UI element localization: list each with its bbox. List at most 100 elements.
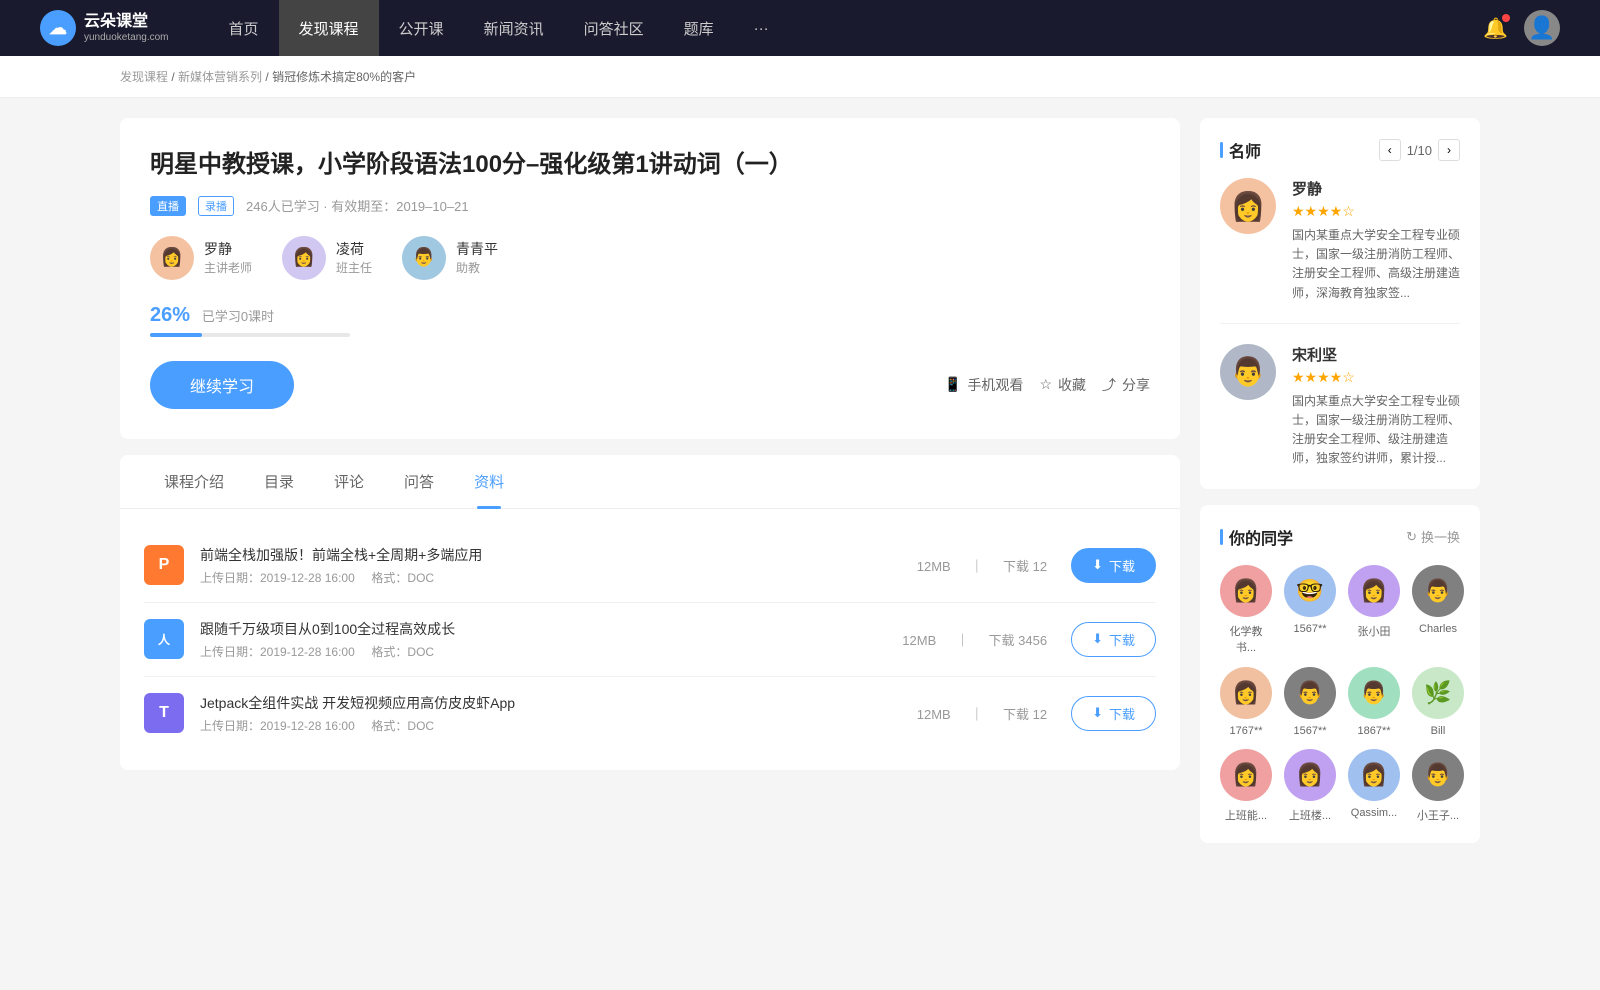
sidebar-teacher-2: 👨 宋利坚 ★★★★☆ 国内某重点大学安全工程专业硕士，国家一级注册消防工程师、… xyxy=(1220,344,1460,469)
classmate-7-avatar: 👨 xyxy=(1348,667,1400,719)
classmate-2-name: 1567** xyxy=(1293,623,1326,635)
breadcrumb-discover[interactable]: 发现课程 xyxy=(120,70,168,84)
nav-item-discover[interactable]: 发现课程 xyxy=(279,0,379,56)
classmate-12[interactable]: 👨 小王子... xyxy=(1412,749,1464,823)
classmate-2[interactable]: 🤓 1567** xyxy=(1284,565,1336,655)
teacher-2: 👩 凌荷 班主任 xyxy=(282,236,372,280)
teacher-1-name: 罗静 xyxy=(204,239,252,259)
star-icon: ☆ xyxy=(1039,376,1052,393)
progress-section: 26% 已学习0课时 xyxy=(150,304,1150,337)
classmates-grid: 👩 化学教书... 🤓 1567** 👩 张小田 👨 Charles 👩 xyxy=(1220,565,1460,823)
classmate-6-name: 1567** xyxy=(1293,725,1326,737)
classmate-2-avatar: 🤓 xyxy=(1284,565,1336,617)
resource-item-3: T Jetpack全组件实战 开发短视频应用高仿皮皮虾App 上传日期：2019… xyxy=(144,677,1156,750)
course-stats: 246人已学习 · 有效期至：2019–10–21 xyxy=(246,196,469,215)
classmate-9-avatar: 👩 xyxy=(1220,749,1272,801)
main-layout: 明星中教授课，小学阶段语法100分–强化级第1讲动词（一） 直播 录播 246人… xyxy=(0,98,1600,879)
classmate-6[interactable]: 👨 1567** xyxy=(1284,667,1336,737)
resource-item-2: 人 跟随千万级项目从0到100全过程高效成长 上传日期：2019-12-28 1… xyxy=(144,603,1156,677)
teacher-3-role: 助教 xyxy=(456,259,498,276)
share-button[interactable]: ⤴ 分享 xyxy=(1102,375,1150,395)
sidebar-teacher-2-avatar: 👨 xyxy=(1220,344,1276,400)
classmate-7[interactable]: 👨 1867** xyxy=(1348,667,1400,737)
download-button-3[interactable]: ⬇ 下载 xyxy=(1071,696,1156,731)
breadcrumb-current: 销冠修炼术搞定80%的客户 xyxy=(272,70,416,84)
nav-item-qa[interactable]: 问答社区 xyxy=(564,0,664,56)
sidebar-teacher-1-desc: 国内某重点大学安全工程专业硕士，国家一级注册消防工程师、注册安全工程师、高级注册… xyxy=(1292,226,1460,303)
resource-size-2: 12MB ｜ 下载 3456 xyxy=(894,630,1055,649)
classmate-3[interactable]: 👩 张小田 xyxy=(1348,565,1400,655)
classmate-8[interactable]: 🌿 Bill xyxy=(1412,667,1464,737)
resource-icon-1: P xyxy=(144,545,184,585)
tab-catalog[interactable]: 目录 xyxy=(244,455,314,508)
download-button-2[interactable]: ⬇ 下载 xyxy=(1071,622,1156,657)
tab-resources[interactable]: 资料 xyxy=(454,455,524,508)
classmate-3-name: 张小田 xyxy=(1358,623,1391,639)
resource-size-3: 12MB ｜ 下载 12 xyxy=(909,704,1055,723)
tab-qa[interactable]: 问答 xyxy=(384,455,454,508)
classmate-1[interactable]: 👩 化学教书... xyxy=(1220,565,1272,655)
course-meta: 直播 录播 246人已学习 · 有效期至：2019–10–21 xyxy=(150,196,1150,216)
classmate-7-name: 1867** xyxy=(1357,725,1390,737)
classmate-8-name: Bill xyxy=(1431,725,1446,737)
resource-icon-2: 人 xyxy=(144,619,184,659)
classmate-10[interactable]: 👩 上班楼... xyxy=(1284,749,1336,823)
teacher-3-name: 青青平 xyxy=(456,239,498,259)
resource-size-1: 12MB ｜ 下载 12 xyxy=(909,556,1055,575)
classmate-5[interactable]: 👩 1767** xyxy=(1220,667,1272,737)
sidebar-teacher-2-info: 宋利坚 ★★★★☆ 国内某重点大学安全工程专业硕士，国家一级注册消防工程师、注册… xyxy=(1292,344,1460,469)
nav-item-news[interactable]: 新闻资讯 xyxy=(464,0,564,56)
classmates-card: 你的同学 ↻ 换一换 👩 化学教书... 🤓 1567** 👩 张小田 xyxy=(1200,505,1480,843)
classmate-4[interactable]: 👨 Charles xyxy=(1412,565,1464,655)
nav-logo[interactable]: ☁ 云朵课堂 yunduoketang.com xyxy=(40,10,169,46)
download-button-1[interactable]: ⬇ 下载 xyxy=(1071,548,1156,583)
resource-meta-2: 上传日期：2019-12-28 16:00 格式：DOC xyxy=(200,643,894,660)
teachers-next-button[interactable]: › xyxy=(1438,139,1460,161)
classmate-6-avatar: 👨 xyxy=(1284,667,1336,719)
teachers-pagination: ‹ 1/10 › xyxy=(1379,139,1460,161)
logo-text: 云朵课堂 yunduoketang.com xyxy=(84,12,169,43)
sidebar-teacher-1-info: 罗静 ★★★★☆ 国内某重点大学安全工程专业硕士，国家一级注册消防工程师、注册安… xyxy=(1292,178,1460,303)
mobile-icon: 📱 xyxy=(944,376,961,393)
teachers: 👩 罗静 主讲老师 👩 凌荷 班主任 xyxy=(150,236,1150,280)
teachers-card-title: 名师 xyxy=(1220,138,1261,162)
nav-item-quiz[interactable]: 题库 xyxy=(664,0,734,56)
teacher-1-avatar: 👩 xyxy=(150,236,194,280)
nav-item-more[interactable]: ··· xyxy=(734,0,789,56)
classmate-10-name: 上班楼... xyxy=(1289,807,1331,823)
user-avatar[interactable]: 👤 xyxy=(1524,10,1560,46)
classmate-4-avatar: 👨 xyxy=(1412,565,1464,617)
progress-bar-bg xyxy=(150,333,350,337)
classmates-header: 你的同学 ↻ 换一换 xyxy=(1220,525,1460,549)
tabs-card: 课程介绍 目录 评论 问答 资料 P 前端全栈加强版！前端全栈+全周期+多端应用… xyxy=(120,455,1180,770)
collect-button[interactable]: ☆ 收藏 xyxy=(1039,375,1086,395)
resource-icon-3: T xyxy=(144,693,184,733)
teachers-prev-button[interactable]: ‹ xyxy=(1379,139,1401,161)
course-header-card: 明星中教授课，小学阶段语法100分–强化级第1讲动词（一） 直播 录播 246人… xyxy=(120,118,1180,439)
nav-item-home[interactable]: 首页 xyxy=(209,0,279,56)
classmate-11-name: Qassim... xyxy=(1351,807,1397,819)
tab-review[interactable]: 评论 xyxy=(314,455,384,508)
sidebar-teacher-2-stars: ★★★★☆ xyxy=(1292,369,1460,386)
breadcrumb: 发现课程 / 新媒体营销系列 / 销冠修炼术搞定80%的客户 xyxy=(0,56,1600,98)
breadcrumb-series[interactable]: 新媒体营销系列 xyxy=(178,70,262,84)
bell-icon[interactable]: 🔔 xyxy=(1483,16,1508,41)
teacher-2-name: 凌荷 xyxy=(336,239,372,259)
teacher-1-role: 主讲老师 xyxy=(204,259,252,276)
teacher-2-role: 班主任 xyxy=(336,259,372,276)
sidebar-teacher-1-stars: ★★★★☆ xyxy=(1292,203,1460,220)
teacher-3: 👨 青青平 助教 xyxy=(402,236,498,280)
notification-dot xyxy=(1502,14,1510,22)
classmate-3-avatar: 👩 xyxy=(1348,565,1400,617)
refresh-button[interactable]: ↻ 换一换 xyxy=(1406,527,1460,546)
nav-item-open[interactable]: 公开课 xyxy=(379,0,464,56)
classmate-4-name: Charles xyxy=(1419,623,1457,635)
continue-button[interactable]: 继续学习 xyxy=(150,361,294,409)
navbar: ☁ 云朵课堂 yunduoketang.com 首页 发现课程 公开课 新闻资讯… xyxy=(0,0,1600,56)
mobile-view-button[interactable]: 📱 手机观看 xyxy=(944,375,1023,395)
classmate-11[interactable]: 👩 Qassim... xyxy=(1348,749,1400,823)
classmate-1-name: 化学教书... xyxy=(1220,623,1272,655)
tab-intro[interactable]: 课程介绍 xyxy=(144,455,244,508)
resource-title-1: 前端全栈加强版！前端全栈+全周期+多端应用 xyxy=(200,545,909,565)
classmate-9[interactable]: 👩 上班能... xyxy=(1220,749,1272,823)
